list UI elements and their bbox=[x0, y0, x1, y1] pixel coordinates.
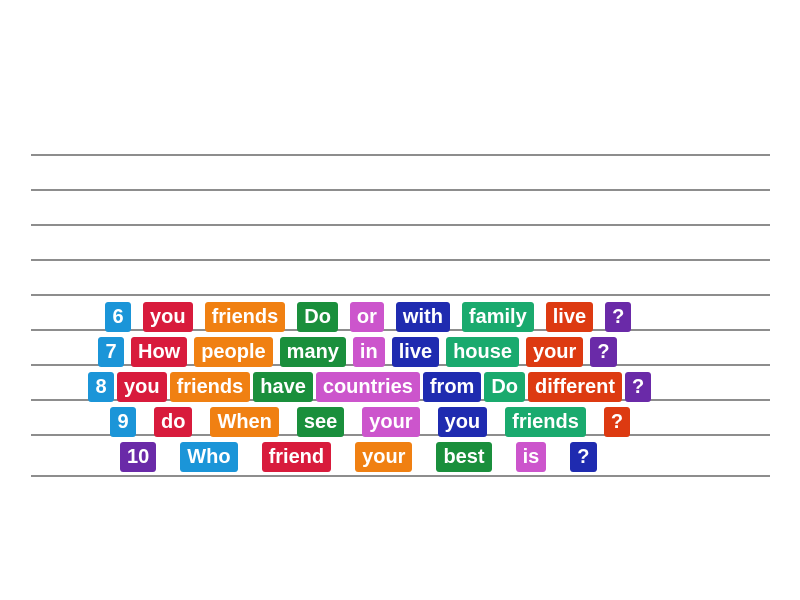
row-number-tile[interactable]: 7 bbox=[98, 337, 124, 367]
tile-gap bbox=[412, 442, 436, 472]
word-tile[interactable]: from bbox=[422, 372, 482, 402]
word-tile[interactable]: people bbox=[194, 337, 273, 367]
sentence-row-7: 7 How people many in live house your? bbox=[98, 337, 617, 367]
row-number-tile[interactable]: 6 bbox=[105, 302, 131, 332]
tile-gap bbox=[450, 302, 462, 332]
word-tile[interactable]: Who bbox=[180, 442, 238, 472]
word-tile[interactable]: or bbox=[349, 302, 384, 332]
word-tile[interactable]: friends bbox=[204, 302, 286, 332]
word-tile[interactable]: countries bbox=[315, 372, 420, 402]
tile-gap bbox=[131, 302, 143, 332]
word-tile[interactable]: is bbox=[515, 442, 547, 472]
tile-gap bbox=[546, 442, 570, 472]
sentence-row-8: 8 you friends have countries from Do different? bbox=[88, 372, 652, 402]
tile-gap bbox=[385, 337, 392, 367]
tile-gap bbox=[193, 302, 205, 332]
sentence-row-10: 10 Who friend your best is? bbox=[120, 442, 597, 472]
word-tile[interactable]: ? bbox=[603, 407, 631, 437]
tile-gap bbox=[420, 407, 438, 437]
word-tile[interactable]: see bbox=[296, 407, 345, 437]
row-number-tile[interactable]: 8 bbox=[88, 372, 114, 402]
word-tile[interactable]: best bbox=[436, 442, 492, 472]
word-tile[interactable]: you bbox=[143, 302, 193, 332]
tile-gap bbox=[285, 302, 297, 332]
word-tile[interactable]: friends bbox=[169, 372, 251, 402]
word-tile[interactable]: many bbox=[279, 337, 346, 367]
row-number-tile[interactable]: 9 bbox=[110, 407, 136, 437]
tile-gap bbox=[519, 337, 526, 367]
sentence-row-6: 6 you friends Do or with family live? bbox=[105, 302, 632, 332]
word-tile[interactable]: different bbox=[528, 372, 622, 402]
tile-gap bbox=[344, 407, 362, 437]
word-tile[interactable]: in bbox=[352, 337, 385, 367]
tile-gap bbox=[273, 337, 280, 367]
tile-gap bbox=[487, 407, 505, 437]
worksheet-canvas: 6 you friends Do or with family live? 7 How people… bbox=[0, 0, 800, 600]
tile-gap bbox=[238, 442, 262, 472]
word-tile[interactable]: How bbox=[131, 337, 188, 367]
tile-gap bbox=[331, 442, 355, 472]
tile-gap bbox=[384, 302, 396, 332]
word-tile[interactable]: your bbox=[355, 442, 413, 472]
word-tile-rows: 6 you friends Do or with family live? 7 How people… bbox=[0, 0, 800, 600]
word-tile[interactable]: ? bbox=[605, 302, 632, 332]
tile-gap bbox=[593, 302, 605, 332]
word-tile[interactable]: live bbox=[391, 337, 440, 367]
tile-gap bbox=[124, 337, 131, 367]
tile-gap bbox=[439, 337, 446, 367]
word-tile[interactable]: your bbox=[525, 337, 584, 367]
tile-gap bbox=[346, 337, 353, 367]
word-tile[interactable]: ? bbox=[590, 337, 617, 367]
word-tile[interactable]: house bbox=[446, 337, 519, 367]
tile-gap bbox=[492, 442, 516, 472]
word-tile[interactable]: do bbox=[154, 407, 193, 437]
tile-gap bbox=[156, 442, 180, 472]
tile-gap bbox=[534, 302, 546, 332]
tile-gap bbox=[279, 407, 297, 437]
word-tile[interactable]: with bbox=[395, 302, 450, 332]
word-tile[interactable]: family bbox=[461, 302, 534, 332]
word-tile[interactable]: Do bbox=[297, 302, 338, 332]
word-tile[interactable]: live bbox=[545, 302, 594, 332]
word-tile[interactable]: ? bbox=[570, 442, 597, 472]
tile-gap bbox=[136, 407, 154, 437]
word-tile[interactable]: Do bbox=[484, 372, 525, 402]
word-tile[interactable]: you bbox=[437, 407, 488, 437]
row-number-tile[interactable]: 10 bbox=[120, 442, 157, 472]
word-tile[interactable]: ? bbox=[625, 372, 652, 402]
tile-gap bbox=[192, 407, 210, 437]
word-tile[interactable]: friends bbox=[505, 407, 586, 437]
tile-gap bbox=[338, 302, 350, 332]
word-tile[interactable]: friend bbox=[261, 442, 332, 472]
word-tile[interactable]: you bbox=[117, 372, 167, 402]
sentence-row-9: 9 do When see your you friends? bbox=[110, 407, 631, 437]
tile-gap bbox=[583, 337, 590, 367]
word-tile[interactable]: have bbox=[253, 372, 313, 402]
word-tile[interactable]: When bbox=[210, 407, 279, 437]
word-tile[interactable]: your bbox=[362, 407, 420, 437]
tile-gap bbox=[586, 407, 604, 437]
tile-gap bbox=[187, 337, 194, 367]
